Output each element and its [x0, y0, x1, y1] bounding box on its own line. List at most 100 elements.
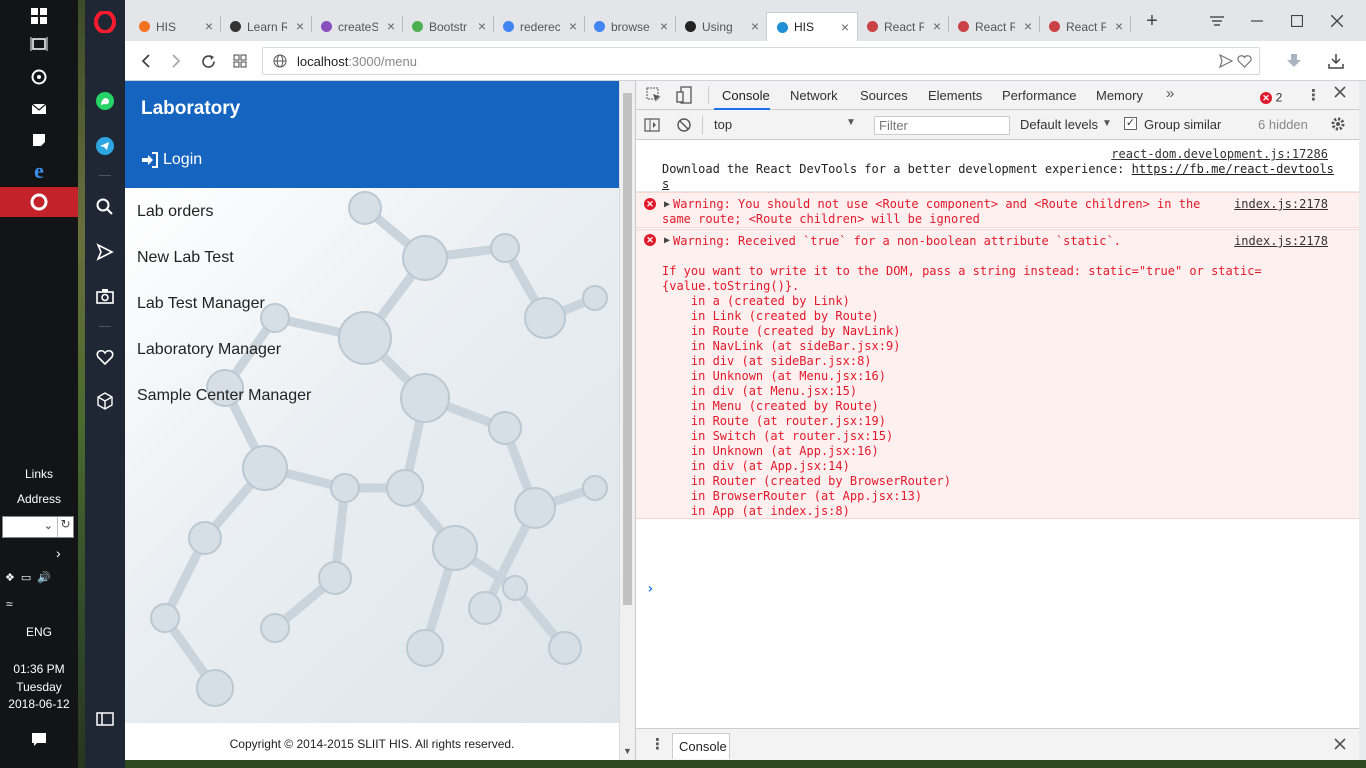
close-window-button[interactable] [1322, 10, 1352, 32]
minimize-button[interactable] [1242, 10, 1272, 32]
volume-icon[interactable]: 🔊 [37, 571, 51, 584]
chevron-right-icon[interactable]: › [56, 545, 61, 561]
react-devtools-link[interactable]: https://fb.me/react-devtools [1132, 162, 1334, 176]
send-page-icon[interactable] [1218, 53, 1234, 71]
clock-time[interactable]: 01:36 PM [0, 662, 78, 676]
maximize-button[interactable] [1282, 10, 1312, 32]
edge-browser-icon[interactable]: e [0, 156, 78, 186]
browser-tab[interactable]: HIS × [129, 12, 221, 41]
close-devtools-icon[interactable] [1334, 86, 1346, 101]
close-tab-icon[interactable]: × [751, 18, 759, 34]
back-button[interactable] [135, 50, 157, 72]
bookmark-heart-icon[interactable] [1237, 54, 1252, 71]
task-view-icon[interactable] [0, 29, 78, 59]
close-tab-icon[interactable]: × [933, 18, 941, 34]
tab-network[interactable]: Network [790, 88, 838, 103]
menu-item-lab-orders[interactable]: Lab orders [137, 203, 214, 221]
new-tab-button[interactable]: + [1137, 10, 1167, 32]
media-icon[interactable] [0, 62, 78, 92]
menu-item-laboratory-manager[interactable]: Laboratory Manager [137, 341, 281, 359]
speed-dial-icon[interactable] [229, 50, 251, 72]
console-settings-gear-icon[interactable] [1330, 116, 1346, 135]
more-tabs-icon[interactable]: » [1166, 85, 1174, 102]
camera-icon[interactable] [85, 281, 125, 311]
windows-start-icon[interactable] [0, 1, 78, 31]
source-link[interactable]: index.js:2178 [1234, 197, 1328, 211]
menu-item-lab-test-manager[interactable]: Lab Test Manager [137, 295, 265, 313]
context-dropdown-icon[interactable]: ▼ [846, 117, 856, 128]
refresh-icon[interactable]: ↻ [57, 517, 73, 537]
sticky-notes-icon[interactable] [0, 125, 78, 155]
menu-item-new-lab-test[interactable]: New Lab Test [137, 249, 234, 267]
expand-triangle-icon[interactable]: ▶ [664, 199, 670, 210]
tab-memory[interactable]: Memory [1096, 88, 1143, 103]
vpn-download-icon[interactable] [1283, 50, 1305, 72]
tab-performance[interactable]: Performance [1002, 88, 1076, 103]
source-link[interactable]: index.js:2178 [1234, 234, 1328, 248]
url-input[interactable]: localhost:3000/menu [262, 47, 1260, 75]
login-link[interactable]: Login [141, 151, 202, 169]
send-icon[interactable] [85, 237, 125, 267]
close-tab-icon[interactable]: × [569, 18, 577, 34]
console-prompt-icon[interactable]: › [646, 581, 654, 597]
tab-console[interactable]: Console [722, 88, 770, 103]
browser-tab[interactable]: React R × [1039, 12, 1131, 41]
close-drawer-icon[interactable] [1334, 738, 1346, 753]
page-scroll-thumb[interactable] [623, 93, 632, 605]
address-toolbar-input[interactable]: ⌄ ↻ [2, 516, 74, 538]
battery-icon[interactable]: ▭ [21, 571, 31, 584]
tab-sources[interactable]: Sources [860, 88, 908, 103]
close-tab-icon[interactable]: × [841, 19, 849, 35]
heart-icon[interactable] [85, 342, 125, 372]
clear-console-icon[interactable] [677, 118, 691, 135]
browser-tab[interactable]: HIS × [766, 12, 858, 41]
notifications-icon[interactable] [0, 724, 78, 754]
sidebar-toggle-icon[interactable] [85, 704, 125, 734]
page-scrollbar[interactable]: ▼ [619, 81, 635, 760]
chevron-down-icon[interactable]: ⌄ [44, 519, 53, 532]
browser-tab[interactable]: React R × [948, 12, 1040, 41]
browser-tab[interactable]: rederec × [493, 12, 585, 41]
browser-tab[interactable]: createS × [311, 12, 403, 41]
error-count-badge[interactable]: ✕ 2 [1260, 89, 1282, 105]
whatsapp-icon[interactable] [85, 86, 125, 116]
menu-item-sample-center-manager[interactable]: Sample Center Manager [137, 387, 311, 405]
reload-button[interactable] [197, 50, 219, 72]
console-error-message[interactable]: ✕ ▶ index.js:2178 Warning: Received `tru… [636, 229, 1360, 519]
search-icon[interactable] [85, 192, 125, 222]
close-tab-icon[interactable]: × [387, 18, 395, 34]
browser-tab[interactable]: Using × [675, 12, 767, 41]
device-toolbar-icon[interactable] [676, 86, 692, 107]
source-link[interactable]: react-dom.development.js:17286 [1111, 147, 1328, 161]
react-devtools-link-wrap[interactable]: s [662, 177, 669, 191]
console-filter-input[interactable]: Filter [874, 116, 1010, 135]
console-error-message[interactable]: ✕ ▶ index.js:2178 Warning: You should no… [636, 192, 1360, 228]
scroll-down-arrow-icon[interactable]: ▼ [623, 746, 632, 756]
language-indicator[interactable]: ENG [0, 625, 78, 639]
telegram-icon[interactable] [85, 131, 125, 161]
close-tab-icon[interactable]: × [205, 18, 213, 34]
inspect-element-icon[interactable] [646, 87, 662, 106]
opera-logo-icon[interactable] [85, 7, 125, 37]
wifi-icon[interactable]: ≈ [6, 597, 13, 611]
forward-button[interactable] [165, 50, 187, 72]
opera-taskbar-icon[interactable] [0, 187, 78, 217]
extensions-cube-icon[interactable] [85, 386, 125, 416]
close-tab-icon[interactable]: × [1024, 18, 1032, 34]
globe-icon[interactable] [273, 54, 287, 71]
browser-tab[interactable]: Learn R × [220, 12, 312, 41]
tab-menu-icon[interactable] [1202, 10, 1232, 32]
drawer-tab-console[interactable]: Console [672, 733, 730, 759]
browser-tab[interactable]: browse × [584, 12, 676, 41]
expand-triangle-icon[interactable]: ▶ [664, 235, 670, 246]
tab-elements[interactable]: Elements [928, 88, 982, 103]
browser-tab[interactable]: Bootstr × [402, 12, 494, 41]
browser-tab[interactable]: React R × [857, 12, 949, 41]
close-tab-icon[interactable]: × [1115, 18, 1123, 34]
dropbox-icon[interactable]: ❖ [5, 571, 15, 584]
drawer-menu-icon[interactable]: ⋮ [650, 735, 665, 753]
group-similar-checkbox[interactable]: ✓ [1124, 117, 1137, 130]
log-levels-dropdown[interactable]: Default levels [1020, 117, 1098, 132]
levels-dropdown-icon[interactable]: ▼ [1102, 118, 1112, 129]
close-tab-icon[interactable]: × [478, 18, 486, 34]
